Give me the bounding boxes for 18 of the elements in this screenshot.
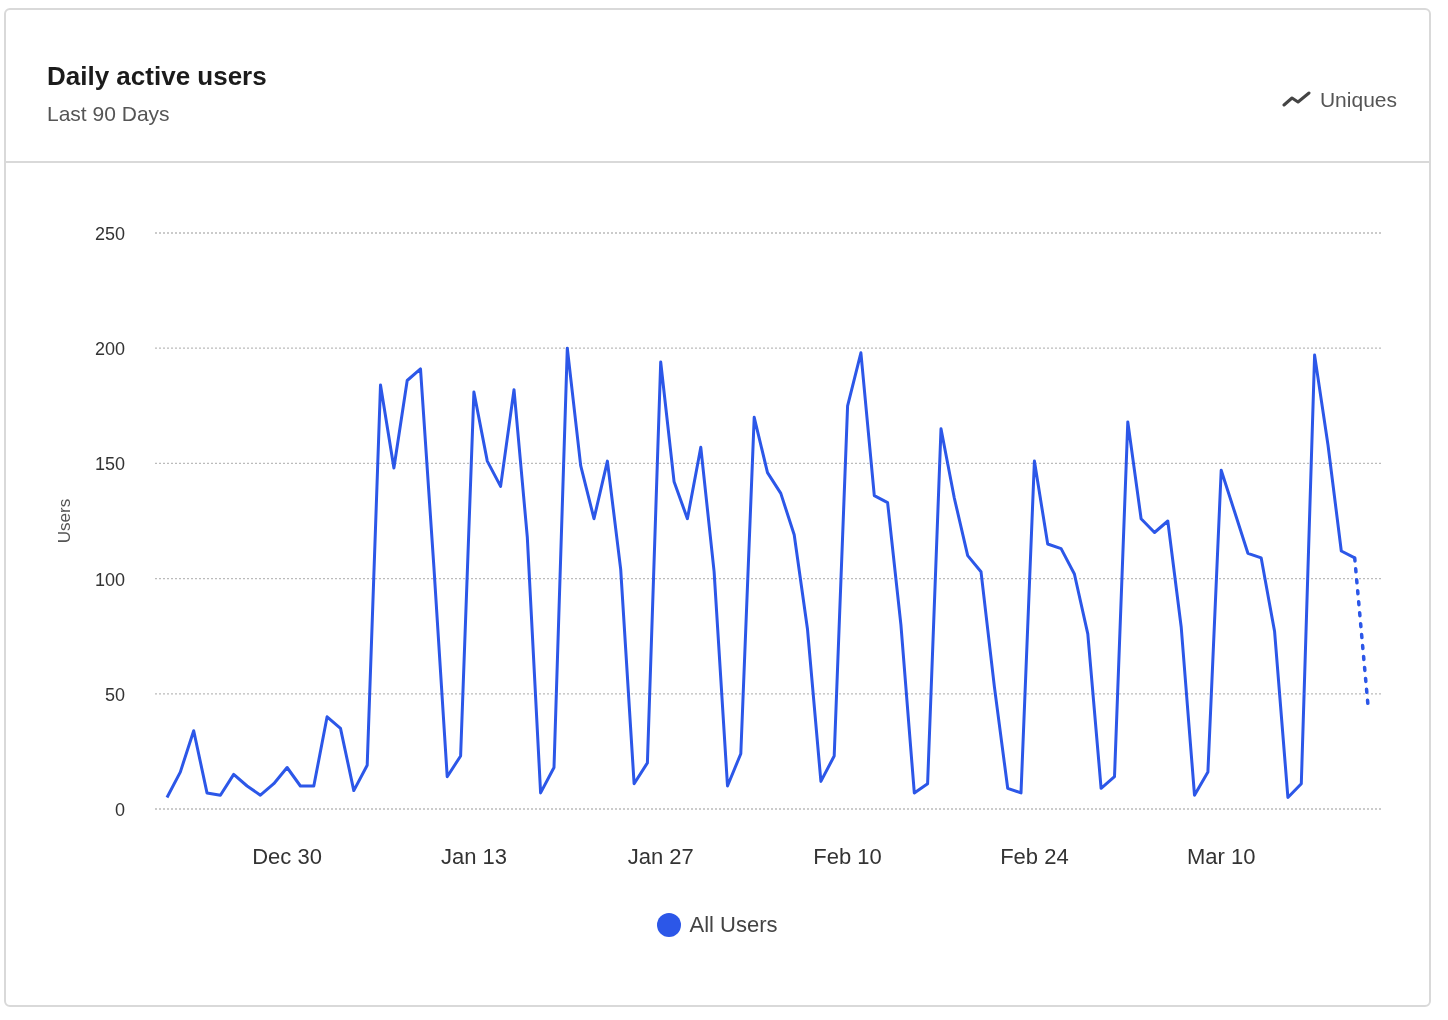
y-tick-label: 100 — [94, 569, 125, 590]
y-tick-label: 50 — [104, 684, 125, 705]
y-tick-label: 0 — [115, 800, 125, 820]
y-tick-label: 250 — [94, 224, 125, 244]
y-tick-label: 200 — [94, 339, 125, 360]
card-subtitle: Last 90 Days — [47, 100, 171, 127]
x-tick-label: Jan 13 — [440, 844, 507, 869]
metric-label: Uniques — [1319, 86, 1397, 113]
x-tick-label: Dec 30 — [252, 844, 322, 869]
y-axis-title: Users — [55, 498, 74, 544]
card-title: Daily active users — [47, 59, 267, 93]
x-tick-label: Mar 10 — [1186, 844, 1256, 869]
y-tick-label: 150 — [94, 454, 125, 475]
legend-label: All Users — [689, 911, 778, 939]
x-tick-label: Feb 10 — [813, 844, 882, 869]
x-tick-label: Jan 27 — [627, 844, 694, 869]
trend-line-icon — [1281, 90, 1312, 109]
x-tick-label: Feb 24 — [1000, 844, 1069, 869]
